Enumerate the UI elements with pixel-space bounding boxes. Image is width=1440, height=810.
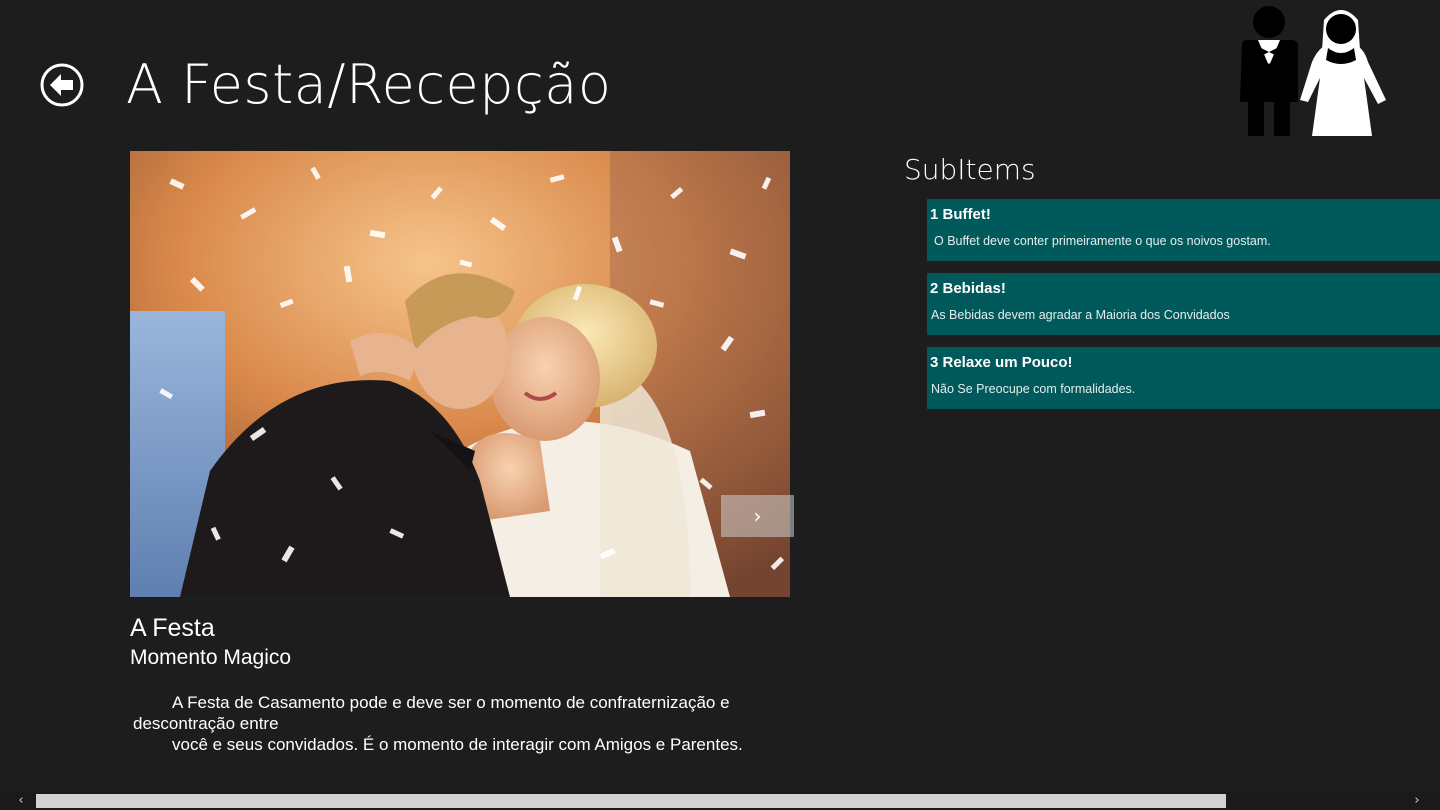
subitem-title: 3 Relaxe um Pouco! xyxy=(930,354,1073,371)
item-title: A Festa xyxy=(130,614,215,642)
description-line: descontração entre xyxy=(133,714,279,733)
horizontal-scrollbar[interactable]: ‹ › xyxy=(0,792,1440,810)
description-line: A Festa de Casamento pode e deve ser o m… xyxy=(172,693,730,712)
item-subtitle: Momento Magico xyxy=(130,646,292,669)
item-description: A Festa de Casamento pode e deve ser o m… xyxy=(133,692,783,755)
flip-next-button[interactable]: › xyxy=(721,495,794,537)
page: A Festa/Recepção › A Festa Momento Magic… xyxy=(0,0,1440,810)
subitem-title: 2 Bebidas! xyxy=(930,280,1006,297)
subitems-header: SubItems xyxy=(904,153,1036,186)
subitem-buffet[interactable]: 1 Buffet! O Buffet deve conter primeiram… xyxy=(927,199,1440,261)
scroll-thumb[interactable] xyxy=(36,794,1226,808)
subitem-title: 1 Buffet! xyxy=(930,206,991,223)
photo xyxy=(130,151,790,597)
subitem-description: As Bebidas devem agradar a Maioria dos C… xyxy=(931,308,1230,322)
subitem-bebidas[interactable]: 2 Bebidas! As Bebidas devem agradar a Ma… xyxy=(927,273,1440,335)
scroll-left-button[interactable]: ‹ xyxy=(10,792,32,810)
back-arrow-icon xyxy=(40,63,84,107)
scroll-right-button[interactable]: › xyxy=(1406,792,1428,810)
subitem-relaxe[interactable]: 3 Relaxe um Pouco! Não Se Preocupe com f… xyxy=(927,347,1440,409)
subitem-description: O Buffet deve conter primeiramente o que… xyxy=(934,234,1271,248)
back-button[interactable] xyxy=(39,62,85,108)
page-title: A Festa/Recepção xyxy=(126,53,612,116)
bride-groom-icon xyxy=(1228,4,1390,136)
subitem-description: Não Se Preocupe com formalidades. xyxy=(931,382,1136,396)
description-line: você e seus convidados. É o momento de i… xyxy=(172,735,743,754)
